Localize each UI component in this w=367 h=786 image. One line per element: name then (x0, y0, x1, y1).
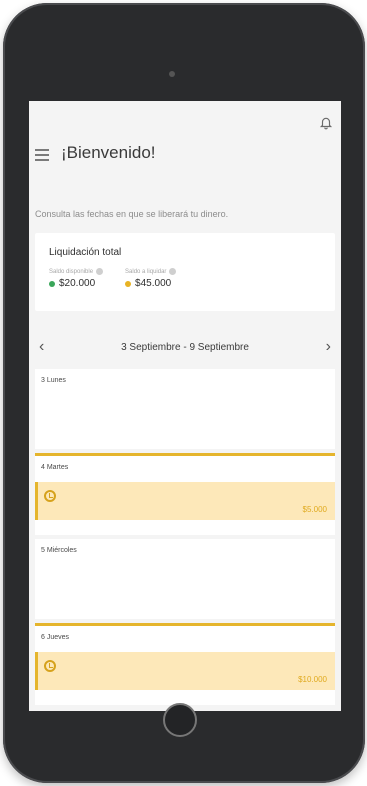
home-button[interactable] (163, 703, 197, 737)
release-amount: $5.000 (302, 505, 327, 514)
chevron-right-icon[interactable]: › (326, 338, 331, 356)
week-range: 3 Septiembre - 9 Septiembre (121, 341, 249, 353)
available-value: $20.000 (59, 278, 96, 289)
info-icon[interactable] (169, 268, 177, 275)
available-balance: Saldo disponible $20.000 (49, 268, 104, 289)
day-card-2[interactable]: 5 Miércoles (35, 539, 335, 619)
pending-value: $45.000 (135, 278, 172, 289)
app-screen: ¡Bienvenido! Consulta las fechas en que … (29, 101, 341, 711)
day-card-0[interactable]: 3 Lunes (35, 369, 335, 449)
summary-card: Liquidación total Saldo disponible $20.0… (35, 233, 335, 311)
chevron-left-icon[interactable]: ‹ (39, 338, 44, 356)
available-label: Saldo disponible (49, 268, 94, 275)
balances: Saldo disponible $20.000 Saldo a liquida… (49, 268, 321, 289)
info-icon[interactable] (96, 268, 104, 275)
day-card-1[interactable]: 4 Martes $5.000 (35, 453, 335, 535)
tablet-frame: ¡Bienvenido! Consulta las fechas en que … (3, 3, 365, 783)
hamburger-icon[interactable] (35, 149, 49, 161)
top-bar: ¡Bienvenido! (29, 101, 341, 191)
camera (169, 71, 175, 77)
clock-icon (44, 660, 56, 672)
day-label: 4 Martes (41, 464, 69, 471)
pending-balance: Saldo a liquidar $45.000 (125, 268, 177, 289)
day-card-3[interactable]: 6 Jueves $10.000 (35, 623, 335, 705)
page-title: ¡Bienvenido! (61, 143, 156, 162)
pending-dot (125, 280, 132, 287)
release-amount: $10.000 (298, 675, 327, 684)
release-band[interactable]: $10.000 (35, 652, 335, 690)
day-label: 6 Jueves (41, 634, 70, 641)
summary-title: Liquidación total (49, 247, 122, 258)
pending-label: Saldo a liquidar (125, 268, 167, 275)
week-navigator: ‹ 3 Septiembre - 9 Septiembre › (29, 325, 341, 369)
clock-icon (44, 490, 56, 502)
page-subtitle: Consulta las fechas en que se liberará t… (35, 209, 229, 219)
bell-icon[interactable] (319, 115, 333, 131)
day-label: 5 Miércoles (41, 547, 77, 554)
day-label: 3 Lunes (41, 377, 66, 384)
available-dot (49, 280, 55, 287)
release-band[interactable]: $5.000 (35, 482, 335, 520)
